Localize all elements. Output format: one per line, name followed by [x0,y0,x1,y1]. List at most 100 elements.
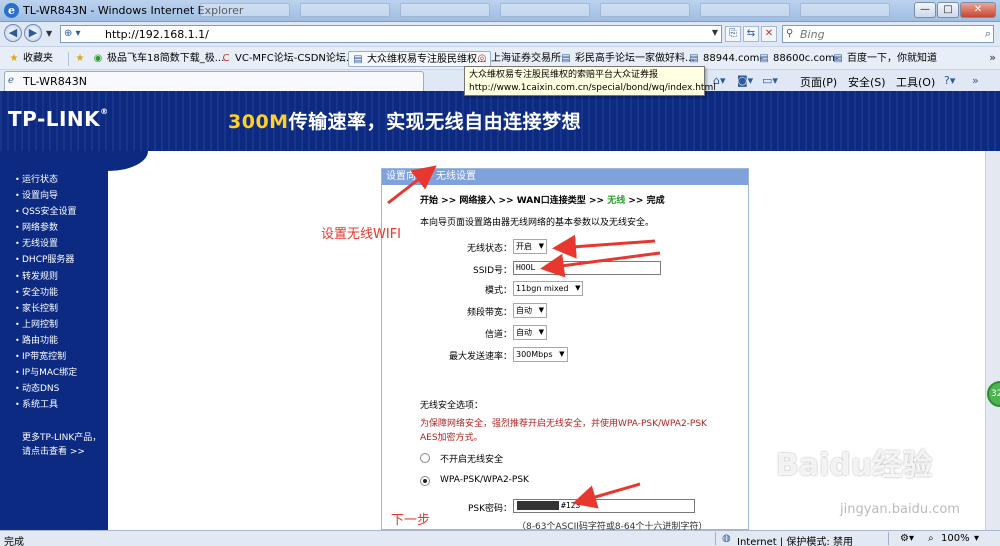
sidebar-item-routing[interactable]: • 路由功能 [15,333,77,349]
favorite-link-1[interactable]: ◉ 极品飞车18简数下载_极... [92,51,225,67]
annotation-set-wifi: 设置无线WIFI [321,227,401,242]
page-icon: ℯ [8,75,14,86]
status-bar: 完成 ◍ Internet | 保护模式: 禁用 ⚙▾ ⌕ 100% ▾ [0,530,1000,546]
max-rate-select[interactable]: 300Mbps ▼ [513,347,568,362]
sidebar-item-ddns[interactable]: • 动态DNS [15,381,77,397]
minimize-button[interactable]: — [914,2,936,18]
sidebar-item-qss[interactable]: • QSS安全设置 [15,204,77,220]
favorite-tooltip: 大众维权易专注股民维权的索赔平台大众证券报 http://www.1caixin… [464,66,716,96]
sidebar-item-access-control[interactable]: • 上网控制 [15,317,77,333]
tab-label: TL-WR843N [23,75,87,88]
bing-icon: ⚲ [786,28,794,39]
close-button[interactable]: ✕ [960,2,996,18]
bandwidth-select[interactable]: 自动 ▼ [513,303,547,318]
tooltip-url: http://www.1caixin.com.cn/special/bond/w… [469,83,716,93]
page-icon: ▤ [759,53,769,64]
page-icon: ▤ [353,54,363,65]
zoom-icon[interactable]: ⌕ [928,533,934,544]
stop-icon[interactable]: ✕ [761,26,777,42]
sidebar-item-parental[interactable]: • 家长控制 [15,301,77,317]
safety-menu[interactable]: 安全(S) [848,74,886,90]
sidebar-item-wireless[interactable]: • 无线设置 [15,236,77,252]
chevron-right-icon[interactable]: » [989,51,996,64]
sidebar-item-ip-mac[interactable]: • IP与MAC绑定 [15,365,77,381]
wireless-status-select[interactable]: 开启 ▼ [513,239,547,254]
channel-select[interactable]: 自动 ▼ [513,325,547,340]
csdn-icon: C [222,53,230,64]
redaction-mark [517,501,559,510]
wireless-status-row: 无线状态： 开启 ▼ [382,239,750,255]
security-off-label: 不开启无线安全 [440,455,504,465]
security-off-radio[interactable] [420,453,430,463]
annotation-next-step: 下一步 [391,513,431,528]
history-dropdown-icon[interactable]: ▼ [46,29,52,38]
globe-icon: ◍ [722,533,731,544]
current-step: 无线 [607,196,626,206]
address-field[interactable]: ⊕ ▾ http://192.168.1.1/ ▼ [60,25,722,43]
banner-curve [0,151,1000,165]
favorite-link-4[interactable]: ◎ 上海证券交易所 [476,51,561,67]
chevron-down-icon[interactable]: ▾ [974,533,979,544]
panel-header: 设置向导 - 无线设置 [382,169,748,185]
mode-select[interactable]: 11bgn mixed ▼ [513,281,584,296]
chevron-down-icon: ▼ [559,350,565,358]
wpa-psk-radio[interactable] [420,476,430,486]
favorites-button[interactable]: ★ 收藏夹 [8,51,53,67]
favorite-link-5[interactable]: ▤ 彩民高手论坛一家做好料... [560,51,694,67]
page-icon: ▤ [561,53,571,64]
taskbar-ghost-strip [200,2,920,18]
chevron-down-icon: ▼ [538,328,544,336]
sidebar-item-network[interactable]: • 网络参数 [15,220,77,236]
search-icon[interactable]: ⌕ [985,27,991,41]
chevron-down-icon: ▼ [575,284,581,292]
psk-hint: （8-63个ASCII码字符或8-64个十六进制字符） [517,522,708,530]
sidebar-item-wizard[interactable]: • 设置向导 [15,188,77,204]
psk-row: PSK密码： #123 [382,499,750,515]
add-favorite-icon[interactable]: ★ [74,51,89,67]
sidebar-item-system-tools[interactable]: • 系统工具 [15,397,77,413]
address-dropdown-icon[interactable]: ▼ [712,28,718,37]
sidebar-item-dhcp[interactable]: • DHCP服务器 [15,252,77,268]
feeds-icon[interactable]: ◙▾ [737,74,753,87]
sidebar-item-status[interactable]: • 运行状态 [15,172,77,188]
favorite-link-3[interactable]: ▤ 大众维权易专注股民维权... [348,51,491,67]
refresh-icon[interactable]: ⇆ [743,26,759,42]
favorite-link-8[interactable]: ▤ 百度一下，你就知道 [832,51,937,67]
favorite-link-6[interactable]: ▤ 88944.com- [688,51,763,67]
tab-tl-wr843n[interactable]: ℯ TL-WR843N [4,71,424,91]
router-banner: TP-LINK® 300M传输速率，实现无线自由连接梦想 [0,91,1000,151]
address-url[interactable]: http://192.168.1.1/ [105,28,209,41]
mode-row: 模式： 11bgn mixed ▼ [382,281,750,297]
search-box[interactable]: ⚲ ⌕ [782,25,994,43]
favorites-divider [68,52,69,66]
sidebar-item-security[interactable]: • 安全功能 [15,285,77,301]
max-rate-row: 最大发送速率： 300Mbps ▼ [382,347,750,363]
page-scrollbar[interactable] [985,151,1000,530]
sidebar-item-bandwidth[interactable]: • IP带宽控制 [15,349,77,365]
banner-slogan: 300M传输速率，实现无线自由连接梦想 [228,111,582,133]
page-menu[interactable]: 页面(P) [800,74,837,90]
address-toolbar: ◀ ▶ ▼ ⊕ ▾ http://192.168.1.1/ ▼ ⎘ ⇆ ✕ ⚲ … [0,22,1000,46]
more-products-link[interactable]: 更多TP-LINK产品， 请点击查看 >> [22,431,101,459]
help-icon[interactable]: ?▾ [944,74,955,87]
back-button[interactable]: ◀ [4,24,22,42]
router-sidebar: • 运行状态 • 设置向导 • QSS安全设置 • 网络参数 • 无线设置 • DHCP服务… [0,151,108,530]
sidebar-item-forwarding[interactable]: • 转发规则 [15,269,77,285]
search-input[interactable] [800,27,972,41]
psk-password-input[interactable]: #123 [513,499,695,513]
ssid-input[interactable]: HOOL [513,261,661,275]
favorite-link-2[interactable]: C VC-MFC论坛-CSDN论坛... [220,51,356,67]
zoom-level[interactable]: 100% [941,533,970,544]
tools-menu[interactable]: 工具(O) [896,74,935,90]
settings-icon[interactable]: ⚙▾ [900,533,914,544]
compatibility-view-icon[interactable]: ⎘ [725,26,741,42]
tp-link-logo: TP-LINK® [8,107,109,131]
watermark-logo: Baidu经验 [776,448,933,483]
zone-status: Internet | 保护模式: 禁用 [737,537,853,546]
print-icon[interactable]: ▭▾ [762,74,778,87]
maximize-button[interactable]: □ [937,2,959,18]
security-title: 无线安全选项： [420,401,484,411]
chevron-right-icon[interactable]: » [972,74,979,87]
forward-button[interactable]: ▶ [24,24,42,42]
favorite-link-7[interactable]: ▤ 88600c.com- [758,51,838,67]
